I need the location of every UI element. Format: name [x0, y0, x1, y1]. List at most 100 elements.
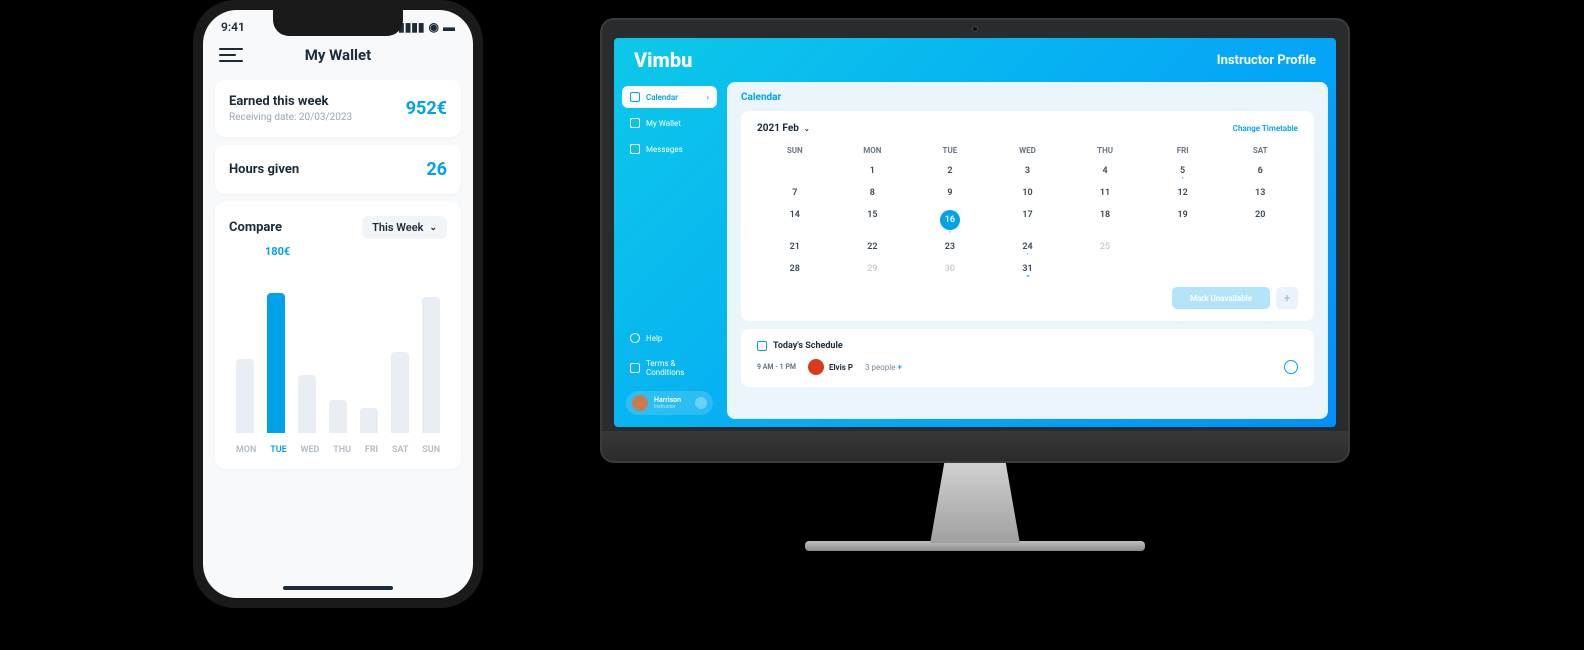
x-label: TUE — [270, 445, 287, 455]
calendar-panel: 2021 Feb ⌄ Change Timetable SUNMONTUEWED… — [741, 111, 1314, 321]
today-panel: Today's Schedule 9 AM - 1 PM Elvis P 3 p… — [741, 329, 1314, 387]
profile-label: Instructor Profile — [1217, 53, 1316, 68]
calendar-day[interactable]: 17 — [990, 205, 1066, 235]
compare-label: Compare — [229, 220, 282, 235]
sidebar-item-calendar[interactable]: Calendar — [622, 86, 717, 108]
message-icon — [630, 144, 640, 154]
gear-icon[interactable] — [695, 397, 707, 409]
calendar-day[interactable]: 15 — [835, 205, 911, 235]
x-label: MON — [236, 445, 256, 455]
sidebar-item-label: Messages — [646, 145, 683, 154]
calendar-day[interactable]: 4 — [1067, 161, 1143, 181]
calendar-icon — [630, 92, 640, 102]
schedule-row[interactable]: 9 AM - 1 PM Elvis P 3 people + — [757, 359, 1298, 375]
hours-value: 26 — [426, 159, 447, 180]
phone-header: My Wallet — [203, 38, 473, 72]
sidebar-item-help[interactable]: Help — [622, 327, 717, 349]
calendar-day[interactable]: 1 — [835, 161, 911, 181]
chart-bar[interactable] — [360, 408, 378, 433]
sidebar-item-messages[interactable]: Messages — [622, 138, 717, 160]
calendar-day[interactable]: 13 — [1222, 183, 1298, 203]
imac-stand — [905, 463, 1045, 543]
document-icon — [630, 363, 640, 373]
calendar-day[interactable]: 14 — [757, 205, 833, 235]
earned-card: Earned this week Receiving date: 20/03/2… — [215, 80, 461, 137]
sidebar-item-label: Calendar — [646, 93, 678, 102]
x-label: SUN — [422, 445, 440, 455]
calendar-day[interactable]: 11 — [1067, 183, 1143, 203]
sidebar-item-label: Help — [646, 334, 662, 343]
dow-label: SAT — [1222, 142, 1298, 159]
calendar-day[interactable]: 28 — [757, 259, 833, 279]
calendar-day[interactable]: 29 — [835, 259, 911, 279]
home-indicator — [283, 586, 393, 590]
calendar-day[interactable]: 8 — [835, 183, 911, 203]
x-label: FRI — [365, 445, 378, 455]
chart-bar[interactable] — [267, 293, 285, 433]
change-timetable-link[interactable]: Change Timetable — [1233, 124, 1298, 133]
calendar-day[interactable]: 10 — [990, 183, 1066, 203]
imac-chin — [602, 431, 1348, 461]
mark-unavailable-button[interactable]: Mark Unavailable — [1172, 287, 1270, 309]
calendar-day[interactable]: 30 — [912, 259, 988, 279]
compare-card: Compare This Week ⌄ 180€ MONTUEWEDTHUFRI… — [215, 202, 461, 469]
message-icon[interactable] — [1284, 360, 1298, 374]
wifi-icon: ◉ — [429, 20, 439, 34]
chart-bar[interactable] — [298, 375, 316, 433]
calendar-day[interactable]: 21 — [757, 237, 833, 257]
sidebar-item-terms[interactable]: Terms & Conditions — [622, 353, 717, 383]
booking-person: Elvis P — [808, 359, 853, 375]
dow-label: FRI — [1145, 142, 1221, 159]
calendar-day[interactable]: 19 — [1145, 205, 1221, 235]
phone-notch — [273, 10, 403, 36]
main-title: Calendar — [741, 92, 1314, 103]
chart-bar[interactable] — [329, 400, 347, 433]
compare-range-select[interactable]: This Week ⌄ — [362, 216, 447, 239]
sidebar-item-label: My Wallet — [646, 119, 681, 128]
imac-frame: Vimbu Instructor Profile Calendar My Wal… — [600, 18, 1350, 551]
schedule-icon — [757, 341, 767, 351]
wallet-icon — [630, 118, 640, 128]
camera-icon — [972, 26, 978, 32]
calendar-day[interactable]: 20 — [1222, 205, 1298, 235]
calendar-day[interactable]: 12 — [1145, 183, 1221, 203]
chart-bar[interactable] — [236, 359, 254, 433]
time-range: 9 AM - 1 PM — [757, 363, 796, 371]
dow-label: SUN — [757, 142, 833, 159]
calendar-day[interactable]: 31 — [990, 259, 1066, 279]
calendar-day[interactable]: 23 — [912, 237, 988, 257]
chevron-down-icon: ⌄ — [429, 223, 437, 233]
person-name: Elvis P — [829, 363, 853, 372]
calendar-day[interactable]: 22 — [835, 237, 911, 257]
avatar — [632, 395, 648, 411]
x-label: THU — [333, 445, 351, 455]
people-count: 3 people + — [865, 363, 902, 372]
earned-value: 952€ — [406, 98, 447, 119]
add-button[interactable]: + — [1276, 287, 1298, 309]
x-label: SAT — [392, 445, 409, 455]
calendar-day[interactable]: 25 — [1067, 237, 1143, 257]
phone-screen: 9:41 ▮▮▮▮ ◉ ▬ My Wallet Earned this week… — [203, 10, 473, 598]
phone-frame: 9:41 ▮▮▮▮ ◉ ▬ My Wallet Earned this week… — [193, 0, 483, 608]
calendar-day[interactable]: 3 — [990, 161, 1066, 181]
today-title: Today's Schedule — [773, 341, 843, 351]
calendar-day[interactable]: 2 — [912, 161, 988, 181]
calendar-day[interactable]: 18 — [1067, 205, 1143, 235]
earned-sub: Receiving date: 20/03/2023 — [229, 112, 352, 123]
earned-label: Earned this week — [229, 94, 352, 109]
status-time: 9:41 — [221, 20, 245, 34]
sidebar-user[interactable]: Harrison Instructor — [626, 391, 713, 415]
highlight-value: 180€ — [265, 245, 290, 258]
chart-bar[interactable] — [391, 352, 409, 433]
calendar-day[interactable]: 7 — [757, 183, 833, 203]
chart-bar[interactable] — [422, 297, 440, 433]
hours-card: Hours given 26 — [215, 145, 461, 194]
calendar-day[interactable]: 6 — [1222, 161, 1298, 181]
calendar-day[interactable]: 5 — [1145, 161, 1221, 181]
calendar-day[interactable]: 16 — [912, 205, 988, 235]
dow-label: MON — [835, 142, 911, 159]
sidebar-item-wallet[interactable]: My Wallet — [622, 112, 717, 134]
calendar-day[interactable]: 9 — [912, 183, 988, 203]
month-select[interactable]: 2021 Feb ⌄ — [757, 123, 810, 134]
calendar-day[interactable]: 24 — [990, 237, 1066, 257]
